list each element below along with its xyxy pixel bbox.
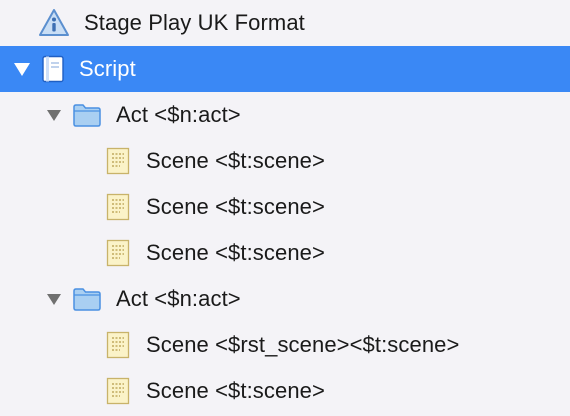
binder-item-label: Act <$n:act>	[116, 102, 241, 127]
binder-item-stage-play-uk-format[interactable]: Stage Play UK Format	[0, 0, 570, 46]
folder-icon	[72, 102, 102, 128]
binder-item-label: Scene <$t:scene>	[146, 378, 325, 403]
binder-item-label: Script	[79, 56, 136, 81]
index-card-icon	[106, 147, 130, 175]
disclosure-triangle-expanded-icon[interactable]	[13, 60, 31, 78]
binder-item-scene[interactable]: Scene <$t:scene>	[0, 138, 570, 184]
index-card-icon	[106, 193, 130, 221]
binder-item-label: Scene <$rst_scene><$t:scene>	[146, 332, 460, 357]
binder-item-script[interactable]: Script	[0, 46, 570, 92]
document-icon	[41, 55, 65, 83]
disclosure-triangle-expanded-icon[interactable]	[45, 106, 63, 124]
binder-item-label: Scene <$t:scene>	[146, 148, 325, 173]
binder-outline: Stage Play UK Format Script Act <$n:act>…	[0, 0, 570, 416]
binder-item-label: Act <$n:act>	[116, 286, 241, 311]
binder-item-label: Stage Play UK Format	[84, 10, 305, 35]
binder-item-scene[interactable]: Scene <$rst_scene><$t:scene>	[0, 322, 570, 368]
binder-item-scene[interactable]: Scene <$t:scene>	[0, 368, 570, 414]
binder-item-scene[interactable]: Scene <$t:scene>	[0, 184, 570, 230]
disclosure-triangle-expanded-icon[interactable]	[45, 290, 63, 308]
index-card-icon	[106, 331, 130, 359]
binder-item-act-2[interactable]: Act <$n:act>	[0, 276, 570, 322]
index-card-icon	[106, 239, 130, 267]
folder-icon	[72, 286, 102, 312]
info-triangle-icon	[38, 8, 70, 38]
binder-item-label: Scene <$t:scene>	[146, 194, 325, 219]
index-card-icon	[106, 377, 130, 405]
binder-item-act-1[interactable]: Act <$n:act>	[0, 92, 570, 138]
binder-item-label: Scene <$t:scene>	[146, 240, 325, 265]
binder-item-scene[interactable]: Scene <$t:scene>	[0, 230, 570, 276]
